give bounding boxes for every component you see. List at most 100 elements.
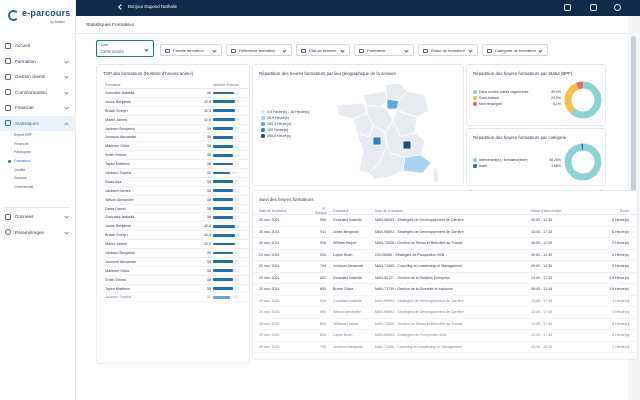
sidebar-item-gestion-clients[interactable]: Gestion clients bbox=[0, 69, 76, 85]
table-row[interactable]: Jackson James 38 bbox=[103, 187, 250, 196]
formateur-name: Jackson Benjamin bbox=[105, 126, 135, 131]
filter-formateur[interactable]: Formateur bbox=[354, 44, 414, 56]
sidebar-divider bbox=[4, 207, 70, 208]
table-row[interactable]: 20 nov. 2024 905 Gonzalez Isabella MAN-9659… bbox=[253, 215, 639, 227]
table-row[interactable]: 20 nov. 2024 905 Lopez Noah DIV-26589 - Str… bbox=[253, 250, 639, 261]
table-row[interactable]: Smith Emma 38 bbox=[103, 151, 250, 161]
table-row[interactable]: 29 nov. 2024 805 Lopez Noah MAN-96593 - Str… bbox=[253, 330, 639, 342]
hours-value: 39 bbox=[206, 179, 211, 184]
sidebar-item-parametrages[interactable]: Paramétrages bbox=[0, 225, 76, 241]
table-row[interactable]: 20 nov. 2024 803 Brown Olivia MAN-71739 - G… bbox=[253, 284, 639, 296]
filter-famille-formation[interactable]: Famille formation bbox=[160, 44, 222, 56]
table-row[interactable]: Gonzalez Isabella 38 bbox=[103, 213, 250, 223]
date-filter[interactable]: Date Cette année bbox=[96, 40, 154, 57]
subnav-item-commercial[interactable]: Commercial bbox=[14, 183, 76, 192]
sidebar-item-donnees[interactable]: Données bbox=[0, 209, 76, 225]
hours-value: 42,5 bbox=[203, 242, 211, 247]
message-icon bbox=[5, 89, 11, 96]
table-row[interactable]: Martinez Olivia 38 bbox=[103, 267, 250, 276]
hours-bar bbox=[213, 144, 239, 148]
filter-icon bbox=[165, 48, 170, 53]
table-row[interactable]: Brown Evelyn 42,5 bbox=[103, 107, 250, 116]
table-row[interactable]: Taylor Matthew 38 bbox=[103, 160, 250, 170]
legend-swatch bbox=[261, 116, 265, 120]
formateur-name: Lopez Noah bbox=[333, 333, 353, 338]
column-header-session-name[interactable]: Nom de la session bbox=[371, 209, 527, 213]
donut-slice[interactable] bbox=[564, 143, 602, 181]
filter-statut-formateur[interactable]: Statut de formateur bbox=[418, 44, 478, 56]
table-row[interactable]: Smith Emma 38 bbox=[103, 276, 250, 285]
table-row[interactable]: Jackson Benjamin 39 bbox=[103, 125, 250, 134]
categorie-donut-chart[interactable] bbox=[563, 142, 603, 182]
session-number: 802 bbox=[320, 275, 326, 280]
column-header-session-number[interactable]: N° Session bbox=[315, 207, 329, 215]
session-name: MAN-90127 - Gestion de la Relation Entre… bbox=[375, 275, 451, 280]
filter-etat-session[interactable]: Etat de session bbox=[296, 44, 350, 56]
table-row[interactable]: Brown Evelyn 42,5 bbox=[103, 231, 250, 241]
filter-reference-formation[interactable]: Référence formation bbox=[226, 44, 292, 56]
sidebar-item-statistiques[interactable]: Statistiques bbox=[0, 115, 76, 131]
table-row[interactable]: Martinez Olivia 38 bbox=[103, 142, 250, 152]
session-number: 795 bbox=[320, 344, 326, 349]
sidebar-item-formation[interactable]: Formation bbox=[0, 54, 76, 70]
table-row[interactable]: 29 nov. 2024 804 Gonzalez Isabella MAN-9659… bbox=[253, 296, 639, 307]
back-arrow-icon[interactable] bbox=[118, 4, 124, 10]
sidebar-item-communication[interactable]: Communication bbox=[0, 85, 76, 101]
calendar-icon[interactable] bbox=[564, 4, 571, 11]
statut-donut-chart[interactable] bbox=[563, 80, 603, 120]
user-icon[interactable] bbox=[614, 4, 621, 11]
legend-label: 0,5 Heure(s) - 18 Heure(s) bbox=[267, 110, 310, 114]
table-row[interactable]: Jones Benjamin 42,5 bbox=[103, 222, 250, 232]
table-row[interactable]: 20 nov. 2024 794 Johnson Alexander MAN-7105… bbox=[253, 261, 639, 273]
session-date: 29 nov. 2024 bbox=[259, 298, 280, 303]
logo[interactable]: e-parcours by Avalex bbox=[8, 8, 70, 26]
table-row[interactable]: Jackson Sophia 32 bbox=[103, 293, 250, 303]
subnav-item-export-bpf[interactable]: Export BPF bbox=[14, 131, 76, 140]
table-row[interactable]: Gonzalez Isabella 40 bbox=[103, 89, 250, 98]
table-row[interactable]: Martin James 42,5 bbox=[103, 116, 250, 125]
table-row[interactable]: 20 nov. 2024 906 William Harper MAN-72638 -… bbox=[253, 238, 639, 250]
formateur-name: Smith Emma bbox=[105, 277, 127, 282]
sidebar-item-accueil[interactable]: Accueil bbox=[0, 38, 76, 54]
legend-value: 49,9% bbox=[551, 90, 561, 94]
table-row[interactable]: Taylor Matthew 38 bbox=[103, 285, 250, 294]
table-row[interactable]: Jones Benjamin 42,5 bbox=[103, 98, 250, 107]
filter-label: Formateur bbox=[367, 47, 386, 53]
table-row[interactable]: Wilson Alexander 38 bbox=[103, 196, 250, 205]
sidebar-bottom-nav: Données Paramétrages bbox=[0, 209, 76, 240]
map-region-limousin-highlight[interactable] bbox=[372, 136, 382, 146]
table-row[interactable]: Martin James 42,5 bbox=[103, 240, 250, 250]
column-header-heure[interactable]: Heure d'intervention bbox=[527, 209, 587, 213]
subnav-item-qualite[interactable]: Qualité bbox=[14, 165, 76, 174]
table-row[interactable]: 29 nov. 2024 795 Johnson Alexander MAN-7105… bbox=[253, 342, 639, 353]
formateur-name: Gonzalez Isabella bbox=[333, 275, 362, 280]
table-row[interactable]: 29 nov. 2024 804 Williams Harper MAN-72638 … bbox=[253, 319, 639, 330]
subnav-item-financier[interactable]: Financier bbox=[14, 140, 76, 149]
column-header-duree[interactable]: Durée bbox=[587, 209, 635, 213]
subnav-item-participant[interactable]: Participant bbox=[14, 148, 76, 157]
table-row[interactable]: 20 nov. 2024 802 Gonzalez Isabella MAN-9012… bbox=[253, 273, 639, 284]
session-number: 804 bbox=[320, 298, 326, 303]
sidebar-item-label: Gestion clients bbox=[15, 74, 46, 80]
column-header-formateur[interactable]: Formateur bbox=[329, 209, 371, 213]
table-row[interactable]: 29 nov. 2024 804 Wilson Alexander MAN-96593… bbox=[253, 307, 639, 319]
table-row[interactable]: Jackson Sophia 32 bbox=[103, 169, 250, 178]
filter-categorie-formateur[interactable]: Catégorie de formateur bbox=[482, 44, 548, 56]
france-map[interactable] bbox=[333, 81, 443, 185]
subnav-item-formateur[interactable]: Formateur bbox=[14, 157, 76, 166]
gear-icon[interactable] bbox=[590, 4, 597, 11]
map-region-rhone-highlight[interactable] bbox=[402, 140, 412, 150]
table-row[interactable]: Johnson Alexander 39 bbox=[103, 133, 250, 143]
table-row[interactable]: 20 nov. 2024 911 Jones Benjamin MAN-96593 -… bbox=[253, 227, 639, 238]
hours-value: 32 bbox=[206, 295, 211, 300]
sidebar-item-financier[interactable]: Financier bbox=[0, 100, 76, 116]
map-region-corse[interactable] bbox=[432, 166, 440, 184]
table-row[interactable]: Johnson Alexander 39 bbox=[103, 258, 250, 267]
table-row[interactable]: Jackson Benjamin 39 bbox=[103, 249, 250, 258]
table-row[interactable]: Davis Daniel 38 bbox=[103, 205, 250, 214]
hours-value: 42,5 bbox=[203, 117, 211, 122]
column-header-date[interactable]: Date de la session bbox=[253, 209, 315, 213]
subnav-item-session[interactable]: Session bbox=[14, 174, 76, 183]
table-row[interactable]: Davis Ava 39 bbox=[103, 178, 250, 187]
map-region-paca[interactable] bbox=[402, 154, 432, 174]
